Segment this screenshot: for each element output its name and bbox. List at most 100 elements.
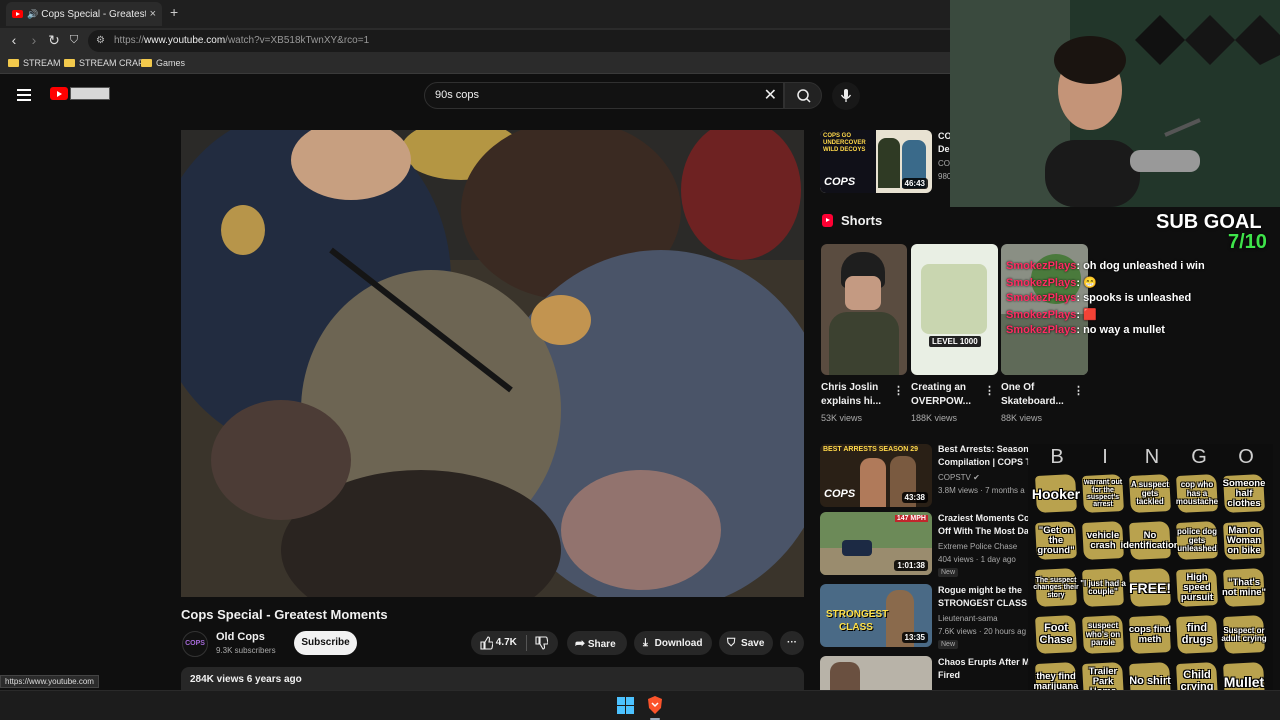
url-host: www.youtube.com xyxy=(144,35,226,46)
bingo-cell: warrant out for the suspect's arrest xyxy=(1080,471,1126,517)
dislike-button[interactable] xyxy=(534,631,549,655)
sidebar-video-title-line2[interactable]: De xyxy=(938,143,950,156)
url-path: /watch?v=XB518kTwnXY&rco=1 xyxy=(225,35,370,46)
short-title[interactable]: Chris Joslin explains hi... xyxy=(821,381,893,409)
youtube-wordmark[interactable] xyxy=(70,87,110,100)
sidebar-video-meta: 3.8M views · 7 months a xyxy=(938,486,1025,495)
video-player[interactable] xyxy=(181,130,804,597)
bookmark-folder-games[interactable]: Games xyxy=(141,58,185,68)
short-title[interactable]: Creating an OVERPOW... xyxy=(911,381,983,409)
chat-username: SmokezPlays xyxy=(1006,309,1077,321)
bingo-cell-text: they find marijuana xyxy=(1033,671,1079,692)
bingo-cell-text: Man or Woman on bike xyxy=(1226,525,1262,556)
forward-icon[interactable]: › xyxy=(26,32,42,48)
channel-avatar[interactable]: COPS xyxy=(182,631,208,657)
sidebar-thumbnail[interactable]: 147 MPH 1:01:38 xyxy=(820,512,932,575)
sidebar-video-title-line2[interactable]: Compilation | COPS T xyxy=(938,456,1030,469)
subscriber-count: 9.3K subscribers xyxy=(216,646,276,655)
sidebar-thumbnail[interactable]: BEST ARRESTS SEASON 29 COPS 43:38 xyxy=(820,444,932,507)
brave-browser-icon[interactable] xyxy=(646,695,664,715)
sidebar-video-title-line2[interactable]: Off With The Most Da xyxy=(938,525,1030,538)
bingo-letter: O xyxy=(1238,446,1254,468)
sidebar-video-title[interactable]: CO xyxy=(938,130,950,143)
folder-icon xyxy=(64,59,75,67)
bingo-letter: N xyxy=(1144,446,1160,468)
address-bar[interactable]: ⚙ https://www.youtube.com/watch?v=XB518k… xyxy=(88,30,968,52)
sidebar-video-title-line2[interactable]: Fired xyxy=(938,669,1030,682)
short-thumbnail[interactable] xyxy=(821,244,907,375)
new-badge: New xyxy=(938,640,959,649)
bingo-cell: Man or Woman on bike xyxy=(1221,518,1267,564)
voice-search-button[interactable] xyxy=(832,82,860,110)
bingo-cell: "I just had a couple" xyxy=(1080,565,1126,611)
short-menu-icon[interactable]: ⋮ xyxy=(984,384,995,397)
windows-start-icon[interactable] xyxy=(617,697,634,714)
short-title[interactable]: One Of Skateboard... xyxy=(1001,381,1073,409)
sidebar-video-title[interactable]: Best Arrests: Season xyxy=(938,443,1030,456)
chat-text: 🟥 xyxy=(1083,309,1097,321)
chat-username: SmokezPlays xyxy=(1006,292,1077,304)
sidebar-video-title[interactable]: Chaos Erupts After M xyxy=(938,656,1030,669)
sidebar-thumbnail[interactable]: STRONGEST CLASS 13:35 xyxy=(820,584,932,647)
bingo-cell-text: High speed pursuit xyxy=(1180,572,1214,603)
tab-close-icon[interactable]: × xyxy=(150,8,156,20)
thumbnail-caption: 147 MPH xyxy=(894,515,928,522)
browser-tab[interactable]: 🔊 Cops Special - Greatest Mom × xyxy=(6,2,162,26)
sidebar-video-channel: CO xyxy=(938,159,950,168)
thumbnail-figure xyxy=(860,458,886,507)
new-badge: New xyxy=(938,568,959,577)
sidebar-thumbnail[interactable]: COPS GO UNDERCOVER WILD DECOYS COPS 46:4… xyxy=(820,130,932,193)
bingo-cell: Someone half clothes xyxy=(1221,471,1267,517)
bingo-cell-text: cop who has a moustache xyxy=(1175,480,1219,507)
like-button[interactable]: 4.7K xyxy=(479,631,517,655)
url-scheme: https:// xyxy=(114,35,145,46)
bingo-cell: Hooker xyxy=(1032,471,1080,517)
status-bar-url: https://www.youtube.com xyxy=(0,675,99,688)
site-settings-icon[interactable]: ⚙ xyxy=(96,30,105,52)
youtube-logo-icon[interactable] xyxy=(50,87,68,100)
new-tab-button[interactable]: + xyxy=(170,4,178,20)
bingo-letter: B xyxy=(1050,446,1064,468)
search-button[interactable] xyxy=(784,82,822,109)
back-icon[interactable]: ‹ xyxy=(6,32,22,48)
share-button[interactable]: ➦ Share xyxy=(567,631,627,655)
bingo-cell-text: No identification xyxy=(1120,530,1180,551)
bingo-letter: G xyxy=(1191,446,1207,468)
reload-icon[interactable]: ↻ xyxy=(46,32,62,49)
bookmark-icon[interactable]: ⛉ xyxy=(66,34,82,47)
sidebar-thumbnail[interactable] xyxy=(820,656,932,690)
bookmark-folder-stream-crap[interactable]: STREAM CRAP xyxy=(64,58,144,68)
search-icon xyxy=(797,89,811,103)
bingo-cell: "That's not mine" xyxy=(1221,565,1267,611)
sidebar-video-channel: Lieutenant-sama xyxy=(938,614,998,623)
bingo-cell-text: police dog gets unleashed xyxy=(1177,527,1217,554)
download-button[interactable]: ⤓ Download xyxy=(634,631,712,655)
sidebar-video-title[interactable]: Craziest Moments Co xyxy=(938,512,1030,525)
save-button[interactable]: ⛉ Save xyxy=(719,631,773,655)
bingo-cell-text: cops find meth xyxy=(1128,624,1172,645)
bookmark-folder-stream[interactable]: STREAM xyxy=(8,58,61,68)
clear-search-icon[interactable]: ✕ xyxy=(764,83,777,108)
sidebar-video-title-line2[interactable]: STRONGEST CLASS n xyxy=(938,597,1030,610)
short-thumbnail[interactable]: LEVEL 1000 xyxy=(911,244,998,375)
more-actions-button[interactable]: ··· xyxy=(780,631,804,655)
chat-text: spooks is unleashed xyxy=(1083,292,1192,304)
thumbnail-caption: STRONGEST CLASS xyxy=(826,609,889,633)
bingo-cell-text: "That's not mine" xyxy=(1221,577,1267,598)
channel-name[interactable]: Old Cops xyxy=(216,631,265,643)
short-menu-icon[interactable]: ⋮ xyxy=(893,384,904,397)
search-input[interactable]: 90s cops ✕ xyxy=(424,82,784,109)
sidebar-video-title[interactable]: Rogue might be the xyxy=(938,584,1030,597)
video-duration: 46:43 xyxy=(901,178,928,189)
microphone-icon xyxy=(840,89,852,102)
chat-username: SmokezPlays xyxy=(1006,277,1077,289)
chat-message: SmokezPlays: no way a mullet xyxy=(1006,324,1165,336)
subscribe-button[interactable]: Subscribe xyxy=(294,631,357,655)
bingo-card: B I N G O Hooker warrant out for the susp… xyxy=(1028,444,1273,710)
audio-playing-icon[interactable]: 🔊 xyxy=(27,9,38,20)
short-menu-icon[interactable]: ⋮ xyxy=(1073,384,1084,397)
video-title: Cops Special - Greatest Moments xyxy=(181,607,388,622)
sidebar-video-meta: 7.6K views · 20 hours ag xyxy=(938,627,1027,636)
thumbnail-figure xyxy=(878,138,900,188)
menu-icon[interactable] xyxy=(17,89,31,104)
